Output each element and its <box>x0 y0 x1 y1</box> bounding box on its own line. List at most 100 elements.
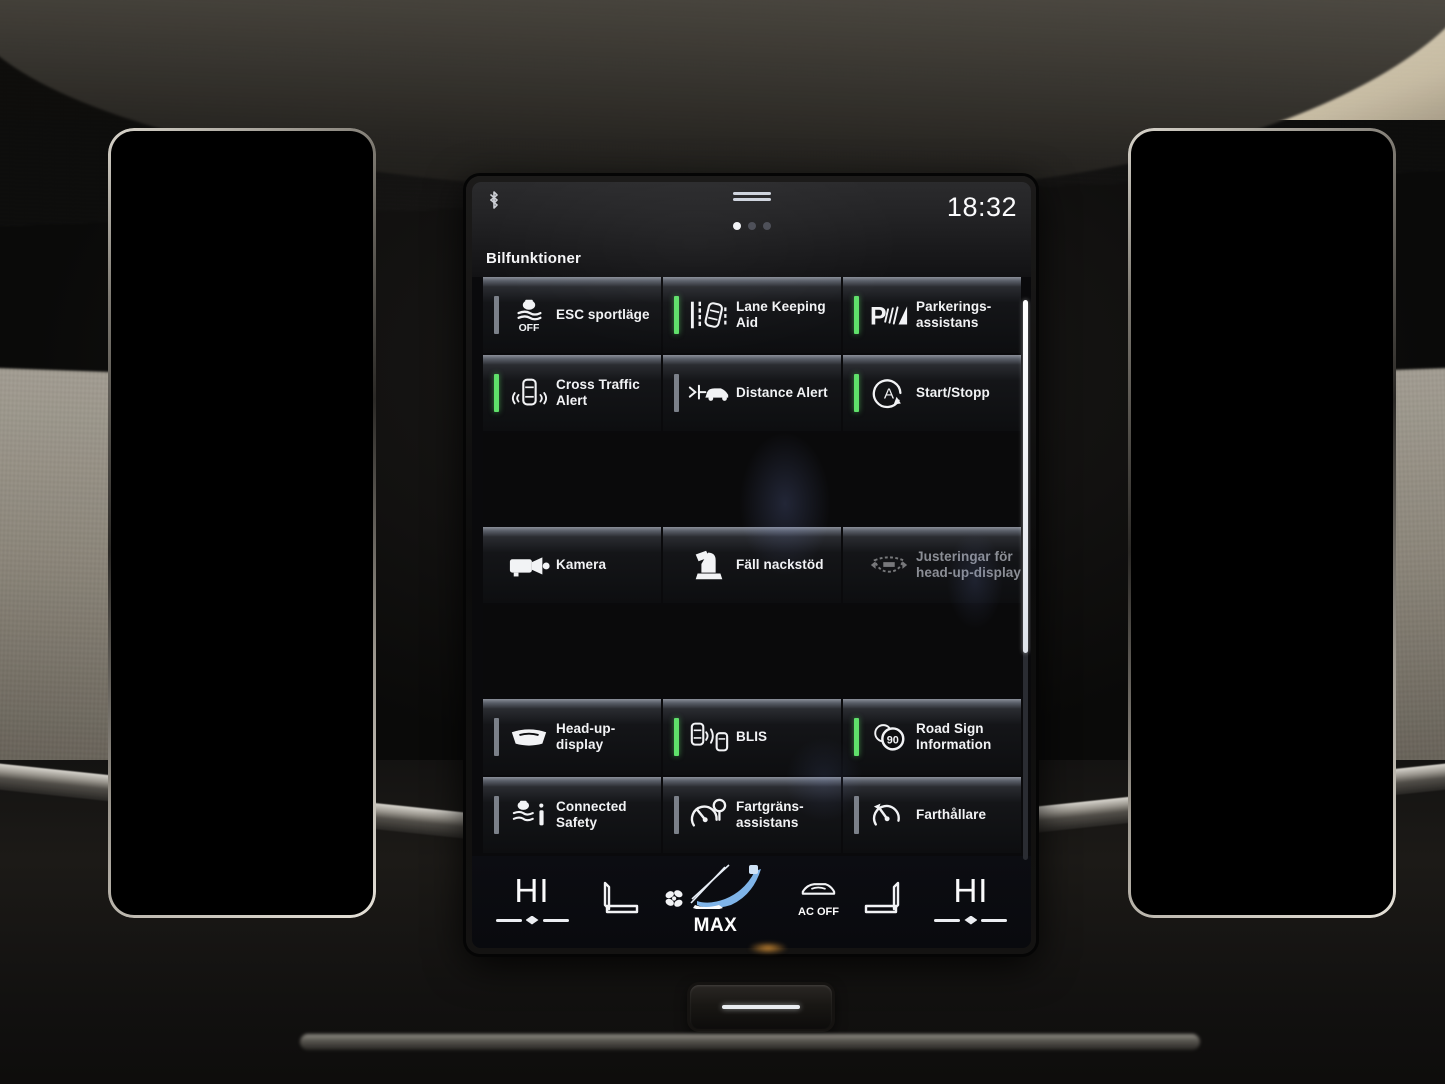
tile-cross-traffic-alert[interactable]: Cross Traffic Alert <box>483 355 661 431</box>
tile-fartgransassistans[interactable]: Fartgräns- assistans <box>663 777 841 853</box>
tile-label: Start/Stopp <box>916 385 990 401</box>
passenger-temperature-value: HI <box>953 871 989 909</box>
svg-text:A: A <box>884 386 895 403</box>
tile-label: Lane Keeping Aid <box>736 299 826 330</box>
vertical-scrollbar[interactable] <box>1023 300 1028 860</box>
page-dot-3[interactable] <box>762 222 771 230</box>
tile-row-4: Head-up-display BLIS 90 Road Sign Inform… <box>483 699 1021 775</box>
tile-row-1: OFF ESC sportläge Lane Keeping Aid P Par… <box>483 277 1021 353</box>
speed-limit-value: 90 <box>887 735 899 747</box>
tile-farthallare[interactable]: Farthållare <box>843 777 1021 853</box>
car-functions-grid: OFF ESC sportläge Lane Keeping Aid P Par… <box>472 277 1031 853</box>
tile-esc-sportlage[interactable]: OFF ESC sportläge <box>483 277 661 353</box>
airflow-control[interactable]: MAX <box>664 861 767 937</box>
passenger-seat-heater-button[interactable] <box>860 879 904 920</box>
driver-temperature-value: HI <box>514 871 550 909</box>
tile-head-up-display[interactable]: Head-up-display <box>483 699 661 775</box>
tile-label: Cross Traffic Alert <box>556 377 640 408</box>
headrest-fold-icon <box>688 545 730 585</box>
tile-label: Distance Alert <box>736 385 828 401</box>
vent-frame-left <box>108 128 376 918</box>
fan-icon[interactable] <box>664 888 685 914</box>
tile-connected-safety[interactable]: Connected Safety <box>483 777 661 853</box>
climate-control-bar: HI MAX AC OFF HI <box>472 856 1031 948</box>
tile-start-stopp[interactable]: A Start/Stopp <box>843 355 1021 431</box>
page-title: Bilfunktioner <box>472 244 1031 277</box>
ac-control[interactable]: AC OFF <box>798 879 839 918</box>
tile-justeringar-head-up-display[interactable]: Justeringar för head-up-display <box>843 527 1021 603</box>
status-indicator <box>674 718 679 756</box>
driver-temperature-control[interactable]: HI <box>486 874 578 925</box>
distance-alert-icon <box>688 373 730 413</box>
status-indicator <box>674 296 679 334</box>
tile-label: Road Sign Information <box>916 721 992 752</box>
tile-label: Connected Safety <box>556 799 627 830</box>
max-defrost-label: MAX <box>693 915 738 936</box>
start-stop-icon: A <box>868 373 910 413</box>
connected-safety-icon <box>508 795 550 835</box>
tile-row-3: Kamera Fäll nackstöd Justeringar för hea… <box>483 527 1021 603</box>
road-sign-icon: 90 <box>868 717 910 757</box>
tile-blis[interactable]: BLIS <box>663 699 841 775</box>
air-vent-left[interactable] <box>108 128 376 918</box>
bluetooth-icon <box>486 190 502 210</box>
air-vent-right[interactable] <box>1128 128 1396 918</box>
status-bar: 18:32 <box>472 182 1031 244</box>
empty-tile <box>483 433 1021 525</box>
tile-label: Fartgräns- assistans <box>736 799 804 830</box>
svg-text:OFF: OFF <box>519 323 540 334</box>
driver-temperature-slider[interactable] <box>495 915 569 925</box>
camera-icon <box>508 545 550 585</box>
vent-frame-right <box>1128 128 1396 918</box>
tile-row-5: Connected Safety Fartgräns- assistans Fa… <box>483 777 1021 853</box>
tile-kamera[interactable]: Kamera <box>483 527 661 603</box>
hud-icon <box>508 717 550 757</box>
seat-heater-right-icon <box>860 879 904 920</box>
tile-road-sign-information[interactable]: 90 Road Sign Information <box>843 699 1021 775</box>
tile-parkeringsassistans[interactable]: P Parkerings- assistans <box>843 277 1021 353</box>
status-indicator <box>854 796 859 834</box>
tile-label: Justeringar för head-up-display <box>916 549 1021 580</box>
infotainment-bezel: 18:32 Bilfunktioner OFF ESC sportläge La… <box>466 176 1036 954</box>
svg-text:P: P <box>870 304 887 331</box>
console-chrome-strip <box>300 1034 1200 1050</box>
scrollbar-thumb[interactable] <box>1023 300 1028 653</box>
page-indicator-dots[interactable] <box>732 222 771 230</box>
home-button[interactable] <box>690 985 832 1029</box>
status-indicator <box>674 374 679 412</box>
park-assist-icon: P <box>868 295 910 335</box>
tile-distance-alert[interactable]: Distance Alert <box>663 355 841 431</box>
blis-icon <box>688 717 730 757</box>
tile-label: ESC sportläge <box>556 307 650 323</box>
passenger-temperature-slider[interactable] <box>934 915 1008 925</box>
cruise-control-icon <box>868 795 910 835</box>
seat-heater-left-icon <box>599 879 643 920</box>
tile-label: Kamera <box>556 557 607 573</box>
tile-label: Parkerings- assistans <box>916 299 992 330</box>
drag-handle-icon[interactable] <box>732 192 771 204</box>
page-dot-2[interactable] <box>747 222 756 230</box>
speed-limiter-icon <box>688 795 730 835</box>
status-indicator <box>854 718 859 756</box>
ac-off-label: AC OFF <box>798 906 839 919</box>
status-indicator <box>494 796 499 834</box>
airflow-windshield-icon[interactable] <box>689 861 767 914</box>
status-indicator <box>854 374 859 412</box>
tile-lane-keeping-aid[interactable]: Lane Keeping Aid <box>663 277 841 353</box>
clock: 18:32 <box>946 192 1017 222</box>
console-amber-reflection <box>748 942 788 954</box>
cross-traffic-icon <box>508 373 550 413</box>
driver-seat-heater-button[interactable] <box>599 879 643 920</box>
passenger-temperature-control[interactable]: HI <box>925 874 1017 925</box>
hud-adjust-icon <box>868 545 910 585</box>
tile-label: Farthållare <box>916 807 987 823</box>
air-recirculation-icon[interactable] <box>799 879 837 902</box>
tile-label: Head-up-display <box>556 721 616 752</box>
infotainment-screen[interactable]: 18:32 Bilfunktioner OFF ESC sportläge La… <box>472 182 1031 948</box>
tile-label: Fäll nackstöd <box>736 557 824 573</box>
car-interior-scene: 18:32 Bilfunktioner OFF ESC sportläge La… <box>0 0 1445 1084</box>
tile-fall-nackstod[interactable]: Fäll nackstöd <box>663 527 841 603</box>
status-indicator <box>674 796 679 834</box>
page-dot-1[interactable] <box>732 222 741 230</box>
esc-off-icon: OFF <box>508 295 550 335</box>
